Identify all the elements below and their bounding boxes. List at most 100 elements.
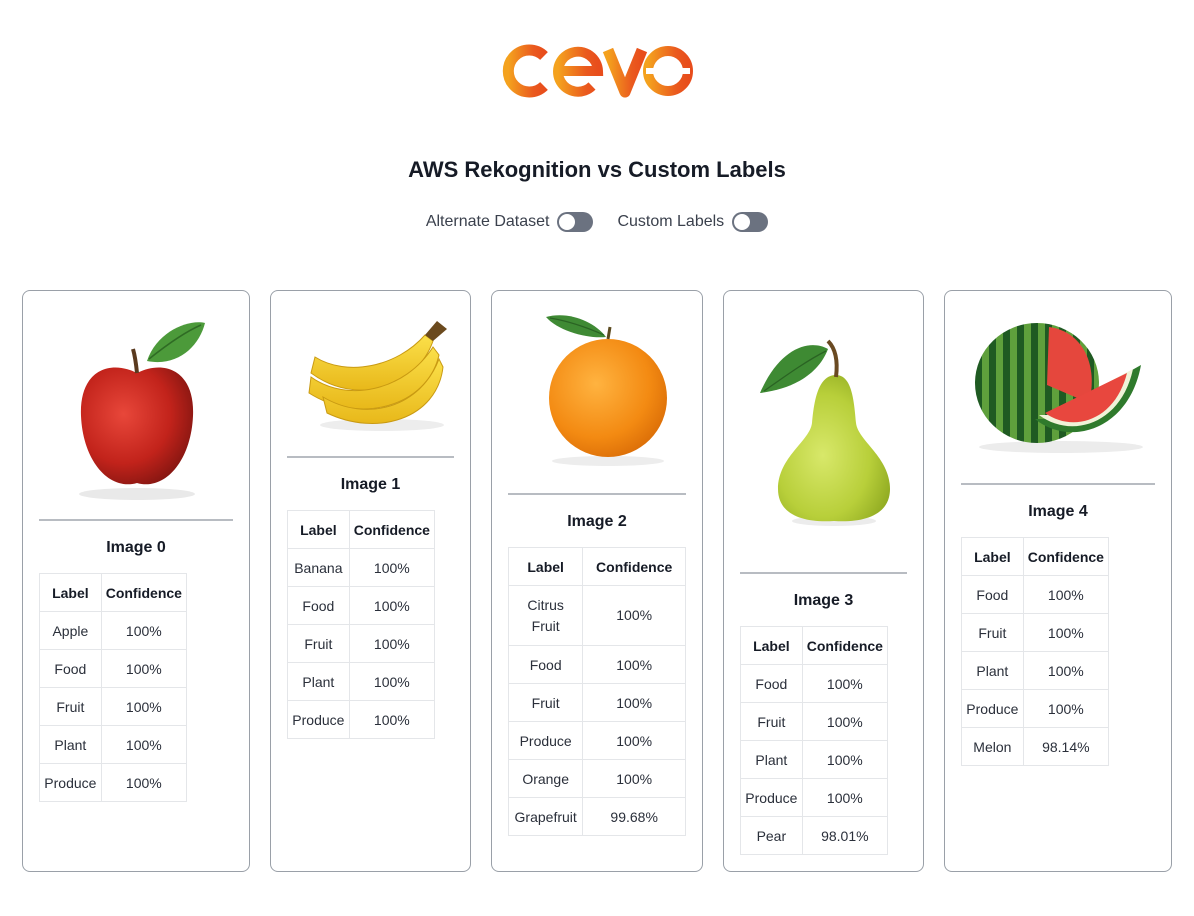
watermelon-image	[975, 323, 1143, 453]
alternate-dataset-toggle[interactable]: Alternate Dataset	[426, 212, 594, 232]
confidence-cell: 100%	[582, 683, 686, 722]
confidence-cell: 98.01%	[801, 816, 888, 855]
cevo-logo	[502, 44, 693, 98]
confidence-cell: 100%	[1022, 613, 1109, 652]
card-title: Image 3	[793, 592, 854, 609]
table-row: Fruit 100%	[507, 683, 686, 722]
banana-image	[308, 321, 447, 431]
label-cell: Food	[287, 586, 350, 625]
table-row: Food 100%	[287, 586, 435, 625]
confidence-cell: 100%	[801, 664, 888, 703]
page-title: AWS Rekognition vs Custom Labels	[408, 157, 786, 182]
label-header: Label	[39, 573, 102, 612]
table-row: Produce 100%	[961, 689, 1109, 728]
label-cell: Apple	[39, 611, 102, 650]
label-cell: Plant	[740, 740, 803, 779]
confidence-header: Confidence	[582, 547, 686, 586]
table-row: Produce 100%	[740, 778, 888, 817]
table-row: Produce 100%	[287, 700, 435, 739]
table-header-row: Label Confidence	[287, 510, 435, 549]
label-cell: Produce	[507, 721, 584, 760]
table-row: Food 100%	[507, 645, 686, 684]
confidence-header: Confidence	[348, 510, 435, 549]
label-cell: Produce	[961, 689, 1024, 728]
confidence-cell: 100%	[1022, 651, 1109, 690]
card-title: Image 1	[340, 476, 401, 493]
pear-image	[760, 339, 890, 526]
confidence-cell: 100%	[100, 763, 187, 802]
toggle-label: Custom Labels	[617, 213, 725, 230]
table-header-row: Label Confidence	[740, 626, 888, 665]
card-title: Image 4	[1028, 503, 1088, 520]
table-row: Fruit 100%	[740, 702, 888, 741]
orange-image	[546, 315, 667, 466]
label-cell: Fruit	[39, 687, 102, 726]
label-cell: Orange	[507, 759, 584, 798]
table-header-row: Label Confidence	[39, 573, 187, 612]
table-row: Banana 100%	[287, 548, 435, 587]
toggle-bar: Alternate Dataset Custom Labels	[0, 212, 1194, 232]
confidence-cell: 100%	[1022, 689, 1109, 728]
table-row: Fruit 100%	[961, 613, 1109, 652]
confidence-cell: 100%	[100, 725, 187, 764]
label-cell: Produce	[39, 763, 102, 802]
confidence-cell: 100%	[801, 740, 888, 779]
table-row: Produce 100%	[39, 763, 187, 802]
table-row: Orange 100%	[507, 759, 686, 798]
card-divider	[961, 483, 1155, 485]
table-row: Food 100%	[961, 575, 1109, 614]
card-divider	[287, 456, 454, 458]
table-row: Pear 98.01%	[740, 816, 888, 855]
card-divider	[740, 572, 907, 574]
label-cell: Citrus Fruit	[507, 585, 584, 646]
table-row: Plant 100%	[287, 662, 435, 701]
label-header: Label	[740, 626, 803, 665]
label-cell: Produce	[740, 778, 803, 817]
confidence-cell: 100%	[100, 687, 187, 726]
confidence-header: Confidence	[100, 573, 187, 612]
label-cell: Produce	[287, 700, 350, 739]
table-row: Fruit 100%	[39, 687, 187, 726]
labels-table: Label Confidence Food 100% Fruit 100% Plan…	[961, 537, 1109, 766]
table-row: Fruit 100%	[287, 624, 435, 663]
labels-table: Label Confidence Banana 100% Food 100% Fru…	[287, 510, 435, 739]
confidence-cell: 100%	[582, 585, 686, 646]
confidence-cell: 100%	[1022, 575, 1109, 614]
alternate-dataset-switch[interactable]	[557, 212, 594, 232]
result-card: Image 4 Label Confidence Food 100% Fruit 1…	[944, 290, 1172, 872]
apple-image	[79, 322, 205, 500]
confidence-cell: 99.68%	[582, 797, 686, 836]
result-card: Image 2 Label Confidence Citrus Fruit 100…	[491, 290, 703, 872]
switch-knob	[559, 214, 576, 230]
label-cell: Plant	[39, 725, 102, 764]
custom-labels-switch[interactable]	[732, 212, 769, 232]
result-card: Image 0 Label Confidence Apple 100% Food 1…	[22, 290, 250, 872]
confidence-cell: 100%	[100, 649, 187, 688]
label-header: Label	[507, 547, 584, 586]
label-cell: Food	[740, 664, 803, 703]
confidence-header: Confidence	[1022, 537, 1109, 576]
confidence-cell: 100%	[801, 702, 888, 741]
confidence-cell: 100%	[582, 759, 686, 798]
confidence-cell: 98.14%	[1022, 727, 1109, 766]
label-cell: Fruit	[740, 702, 803, 741]
label-cell: Banana	[287, 548, 350, 587]
card-title: Image 2	[567, 513, 627, 530]
table-row: Plant 100%	[39, 725, 187, 764]
confidence-cell: 100%	[582, 645, 686, 684]
label-cell: Pear	[740, 816, 803, 855]
confidence-cell: 100%	[348, 700, 435, 739]
confidence-cell: 100%	[348, 624, 435, 663]
table-header-row: Label Confidence	[961, 537, 1109, 576]
label-cell: Grapefruit	[507, 797, 584, 836]
label-cell: Fruit	[287, 624, 350, 663]
custom-labels-toggle[interactable]: Custom Labels	[617, 212, 769, 232]
label-cell: Fruit	[507, 683, 584, 722]
table-row: Plant 100%	[740, 740, 888, 779]
confidence-cell: 100%	[348, 662, 435, 701]
labels-table: Label Confidence Food 100% Fruit 100% Plan…	[740, 626, 888, 855]
labels-table: Label Confidence Citrus Fruit 100% Food 10…	[507, 547, 686, 836]
label-cell: Plant	[961, 651, 1024, 690]
label-header: Label	[961, 537, 1024, 576]
confidence-cell: 100%	[348, 548, 435, 587]
